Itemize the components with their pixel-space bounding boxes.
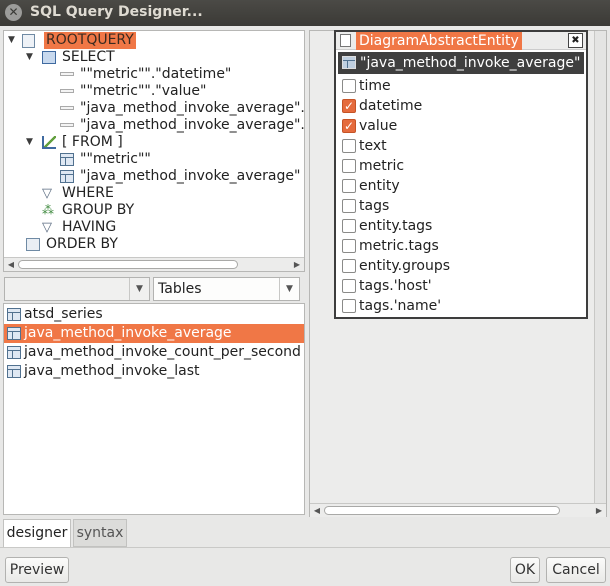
filter-icon: ▽	[42, 186, 52, 201]
table-list-item[interactable]: java_method_invoke_count_per_second	[4, 343, 304, 362]
scrollbar-thumb[interactable]	[324, 506, 560, 515]
checkbox[interactable]	[342, 79, 356, 93]
query-tree-panel: ▼ ROOTQUERY ▼ SELECT ""metric""."datetim…	[3, 30, 305, 272]
checkbox-checked[interactable]	[342, 98, 356, 114]
from-item-label: ""metric""	[80, 151, 151, 167]
collapse-arrow-icon[interactable]: ▼	[26, 49, 36, 66]
source-type-dropdown[interactable]: Tables ▼	[153, 277, 300, 301]
query-icon	[22, 34, 35, 48]
title-bar: ✕ SQL Query Designer...	[0, 0, 610, 26]
checkbox[interactable]	[342, 139, 356, 153]
field-icon	[60, 89, 74, 93]
preview-button[interactable]: Preview	[5, 557, 69, 583]
table-icon	[60, 170, 74, 183]
from-icon	[42, 136, 56, 149]
column-label: entity	[359, 178, 400, 194]
tree-where-label: WHERE	[62, 185, 114, 201]
tab-syntax[interactable]: syntax	[73, 519, 127, 547]
tree-group-by-label: GROUP BY	[62, 202, 135, 218]
table-icon	[7, 346, 21, 359]
tab-bar-line	[0, 547, 610, 548]
entity-box-titlebar[interactable]: DiagramAbstractEntity ✖	[336, 32, 586, 50]
checkbox[interactable]	[342, 179, 356, 193]
column-label: entity.tags	[359, 218, 433, 234]
table-icon	[7, 327, 21, 340]
checkbox[interactable]	[342, 159, 356, 173]
column-label: value	[359, 118, 398, 134]
table-name: java_method_invoke_average	[24, 325, 232, 341]
canvas-horizontal-scrollbar[interactable]: ◀ ▶	[310, 503, 606, 517]
from-item-label: "java_method_invoke_average"	[80, 168, 301, 184]
column-label: tags	[359, 198, 390, 214]
source-type-value: Tables	[158, 281, 202, 297]
field-icon	[60, 123, 74, 127]
scrollbar-thumb[interactable]	[18, 260, 238, 269]
chevron-down-icon: ▼	[279, 278, 299, 300]
group-icon: ⁂	[42, 203, 54, 217]
source-dropdown-empty[interactable]: ▼	[4, 277, 150, 301]
table-list-item-selected[interactable]: java_method_invoke_average	[4, 324, 304, 343]
column-label: tags.'host'	[359, 278, 432, 294]
table-icon	[342, 56, 356, 69]
select-item-label: "java_method_invoke_average"."	[80, 100, 305, 116]
checkbox[interactable]	[342, 239, 356, 253]
field-icon	[60, 72, 74, 76]
select-item-label: ""metric""."datetime"	[80, 66, 232, 82]
tab-designer-label: designer	[6, 525, 68, 541]
table-list-item[interactable]: atsd_series	[4, 305, 304, 324]
chevron-down-icon: ▼	[129, 278, 149, 300]
checkbox[interactable]	[342, 199, 356, 213]
close-icon[interactable]: ✖	[568, 33, 583, 48]
table-name: java_method_invoke_count_per_second	[24, 344, 301, 360]
scroll-left-icon[interactable]: ◀	[311, 504, 323, 517]
checkbox[interactable]	[342, 279, 356, 293]
tab-syntax-label: syntax	[76, 525, 124, 541]
ok-button[interactable]: OK	[510, 557, 540, 583]
table-list-item[interactable]: java_method_invoke_last	[4, 362, 304, 381]
table-icon	[60, 153, 74, 166]
tree-from-label: [ FROM ]	[62, 134, 123, 150]
entity-table-name: "java_method_invoke_average"	[360, 55, 581, 71]
column-label: tags.'name'	[359, 298, 442, 314]
document-icon	[340, 34, 351, 47]
filter-icon: ▽	[42, 220, 52, 235]
collapse-arrow-icon[interactable]: ▼	[8, 32, 18, 49]
column-label: datetime	[359, 98, 423, 114]
window-title: SQL Query Designer...	[30, 4, 203, 20]
vertical-scrollbar[interactable]	[594, 31, 606, 503]
table-name: java_method_invoke_last	[24, 363, 200, 379]
column-label: metric	[359, 158, 405, 174]
entity-table-header[interactable]: "java_method_invoke_average"	[338, 52, 584, 74]
table-icon	[7, 308, 21, 321]
cancel-button[interactable]: Cancel	[546, 557, 606, 583]
window-close-button[interactable]: ✕	[5, 4, 22, 21]
table-name: atsd_series	[24, 306, 103, 322]
tree-horizontal-scrollbar[interactable]: ◀ ▶	[4, 257, 304, 271]
table-list: atsd_series java_method_invoke_average j…	[3, 303, 305, 515]
column-label: time	[359, 78, 391, 94]
table-icon	[7, 365, 21, 378]
column-label: metric.tags	[359, 238, 439, 254]
checkbox[interactable]	[342, 259, 356, 273]
tab-designer[interactable]: designer	[3, 519, 71, 547]
select-icon	[42, 51, 56, 64]
scroll-right-icon[interactable]: ▶	[291, 258, 303, 271]
tree-root-label: ROOTQUERY	[44, 32, 136, 49]
checkbox[interactable]	[342, 219, 356, 233]
scroll-left-icon[interactable]: ◀	[5, 258, 17, 271]
tree-having-label: HAVING	[62, 219, 117, 235]
checkbox-checked[interactable]	[342, 118, 356, 134]
collapse-arrow-icon[interactable]: ▼	[26, 134, 36, 151]
scroll-right-icon[interactable]: ▶	[593, 504, 605, 517]
select-item-label: ""metric""."value"	[80, 83, 207, 99]
select-item-label: "java_method_invoke_average"."	[80, 117, 305, 133]
checkbox[interactable]	[342, 299, 356, 313]
column-label: entity.groups	[359, 258, 451, 274]
entity-box-title: DiagramAbstractEntity	[356, 32, 522, 50]
tree-order-by-label: ORDER BY	[46, 236, 118, 252]
tree-select-label: SELECT	[62, 49, 115, 65]
column-label: text	[359, 138, 387, 154]
field-icon	[60, 106, 74, 110]
order-icon	[26, 238, 40, 251]
